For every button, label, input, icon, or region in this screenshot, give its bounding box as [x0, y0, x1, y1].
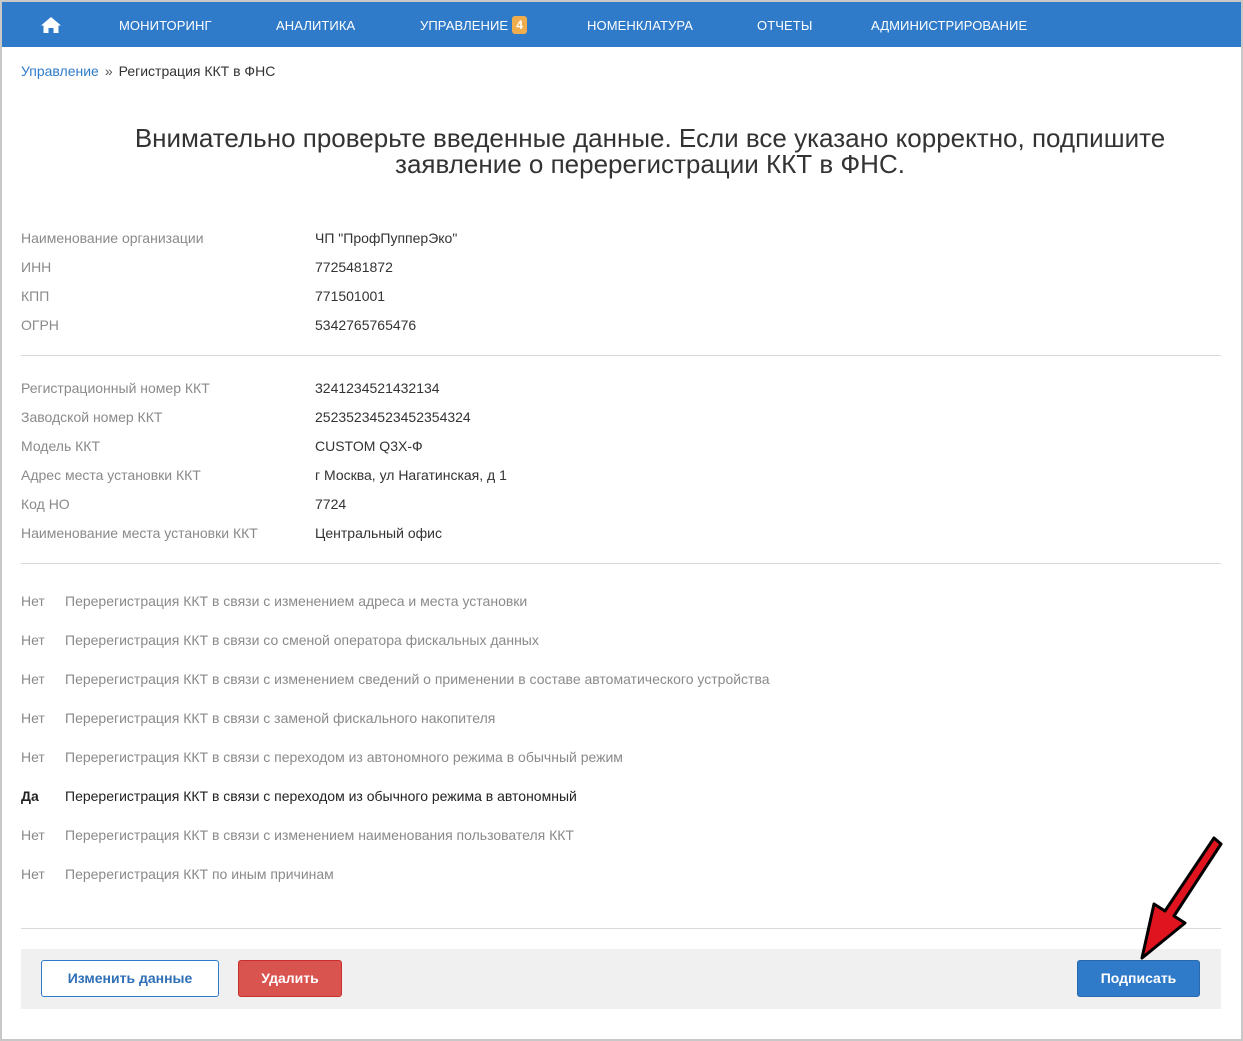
home-icon[interactable] — [40, 16, 62, 34]
nav-item-label: НОМЕНКЛАТУРА — [587, 18, 694, 33]
edit-data-button[interactable]: Изменить данные — [41, 960, 219, 997]
reason-flag: Да — [21, 788, 39, 804]
reason-text: Перерегистрация ККТ в связи с заменой фи… — [65, 710, 496, 726]
nav-item-label: МОНИТОРИНГ — [119, 18, 212, 33]
nav-item-analytics[interactable]: АНАЛИТИКА — [276, 2, 355, 47]
field-label: Наименование организации — [21, 230, 204, 246]
reason-text: Перерегистрация ККТ в связи с переходом … — [65, 788, 577, 804]
field-label: Регистрационный номер ККТ — [21, 380, 210, 396]
field-label: Заводской номер ККТ — [21, 409, 163, 425]
field-value: 5342765765476 — [315, 317, 417, 333]
field-label: Модель ККТ — [21, 438, 101, 454]
reason-text: Перерегистрация ККТ в связи с изменением… — [65, 593, 528, 609]
nav-item-label: УПРАВЛЕНИЕ — [420, 18, 509, 33]
field-value: 25235234523452354324 — [315, 409, 471, 425]
notification-badge: 4 — [512, 16, 527, 34]
field-value: Центральный офис — [315, 525, 442, 541]
field-value: г Москва, ул Нагатинская, д 1 — [315, 467, 507, 483]
reason-text: Перерегистрация ККТ в связи со сменой оп… — [65, 632, 539, 648]
nav-item-label: АДМИНИСТРИРОВАНИЕ — [871, 18, 1028, 33]
reason-flag: Нет — [21, 671, 45, 687]
nav-item-label: АНАЛИТИКА — [276, 18, 356, 33]
nav-item-label: ОТЧЕТЫ — [757, 18, 813, 33]
reason-flag: Нет — [21, 827, 45, 843]
field-label: КПП — [21, 288, 50, 304]
reason-flag: Нет — [21, 749, 45, 765]
reason-text: Перерегистрация ККТ в связи с переходом … — [65, 749, 623, 765]
field-value: 3241234521432134 — [315, 380, 440, 396]
field-value: 771501001 — [315, 288, 386, 304]
field-value: ЧП "ПрофПупперЭко" — [315, 230, 458, 246]
reason-flag: Нет — [21, 632, 45, 648]
annotation-arrow-icon — [1140, 836, 1223, 960]
reason-flag: Нет — [21, 593, 45, 609]
nav-item-nomenclature[interactable]: НОМЕНКЛАТУРА — [587, 2, 693, 47]
field-label: ИНН — [21, 259, 52, 275]
section-divider — [21, 928, 1221, 929]
reason-text: Перерегистрация ККТ по иным причинам — [65, 866, 334, 882]
field-value: 7725481872 — [315, 259, 393, 275]
action-bar: Изменить данные Удалить Подписать — [21, 949, 1221, 1009]
reason-flag: Нет — [21, 710, 45, 726]
breadcrumb-link-management[interactable]: Управление — [21, 63, 99, 79]
top-navigation: МОНИТОРИНГ АНАЛИТИКА УПРАВЛЕНИЕ 4 НОМЕНКЛ… — [2, 2, 1241, 47]
section-divider — [21, 563, 1221, 564]
page-title-line-2: заявление о перерегистрации ККТ в ФНС. — [395, 149, 905, 179]
nav-item-reports[interactable]: ОТЧЕТЫ — [757, 2, 812, 47]
field-label: Адрес места установки ККТ — [21, 467, 201, 483]
page-title: Внимательно проверьте введенные данные. … — [60, 125, 1240, 177]
breadcrumb-separator: » — [104, 63, 113, 79]
section-divider — [21, 355, 1221, 356]
field-label: Код НО — [21, 496, 70, 512]
nav-item-administration[interactable]: АДМИНИСТРИРОВАНИЕ — [871, 2, 1027, 47]
nav-item-monitoring[interactable]: МОНИТОРИНГ — [119, 2, 212, 47]
page-title-line-1: Внимательно проверьте введенные данные. … — [134, 123, 1166, 153]
field-label: ОГРН — [21, 317, 59, 333]
field-value: 7724 — [315, 496, 347, 512]
nav-item-management[interactable]: УПРАВЛЕНИЕ 4 — [420, 2, 527, 47]
reason-text: Перерегистрация ККТ в связи с изменением… — [65, 671, 770, 687]
breadcrumb: Управление » Регистрация ККТ в ФНС — [21, 63, 275, 79]
field-label: Наименование места установки ККТ — [21, 525, 258, 541]
breadcrumb-current: Регистрация ККТ в ФНС — [118, 63, 276, 79]
reason-flag: Нет — [21, 866, 45, 882]
delete-button[interactable]: Удалить — [238, 960, 342, 997]
reason-text: Перерегистрация ККТ в связи с изменением… — [65, 827, 574, 843]
field-value: CUSTOM Q3X-Ф — [315, 438, 423, 454]
